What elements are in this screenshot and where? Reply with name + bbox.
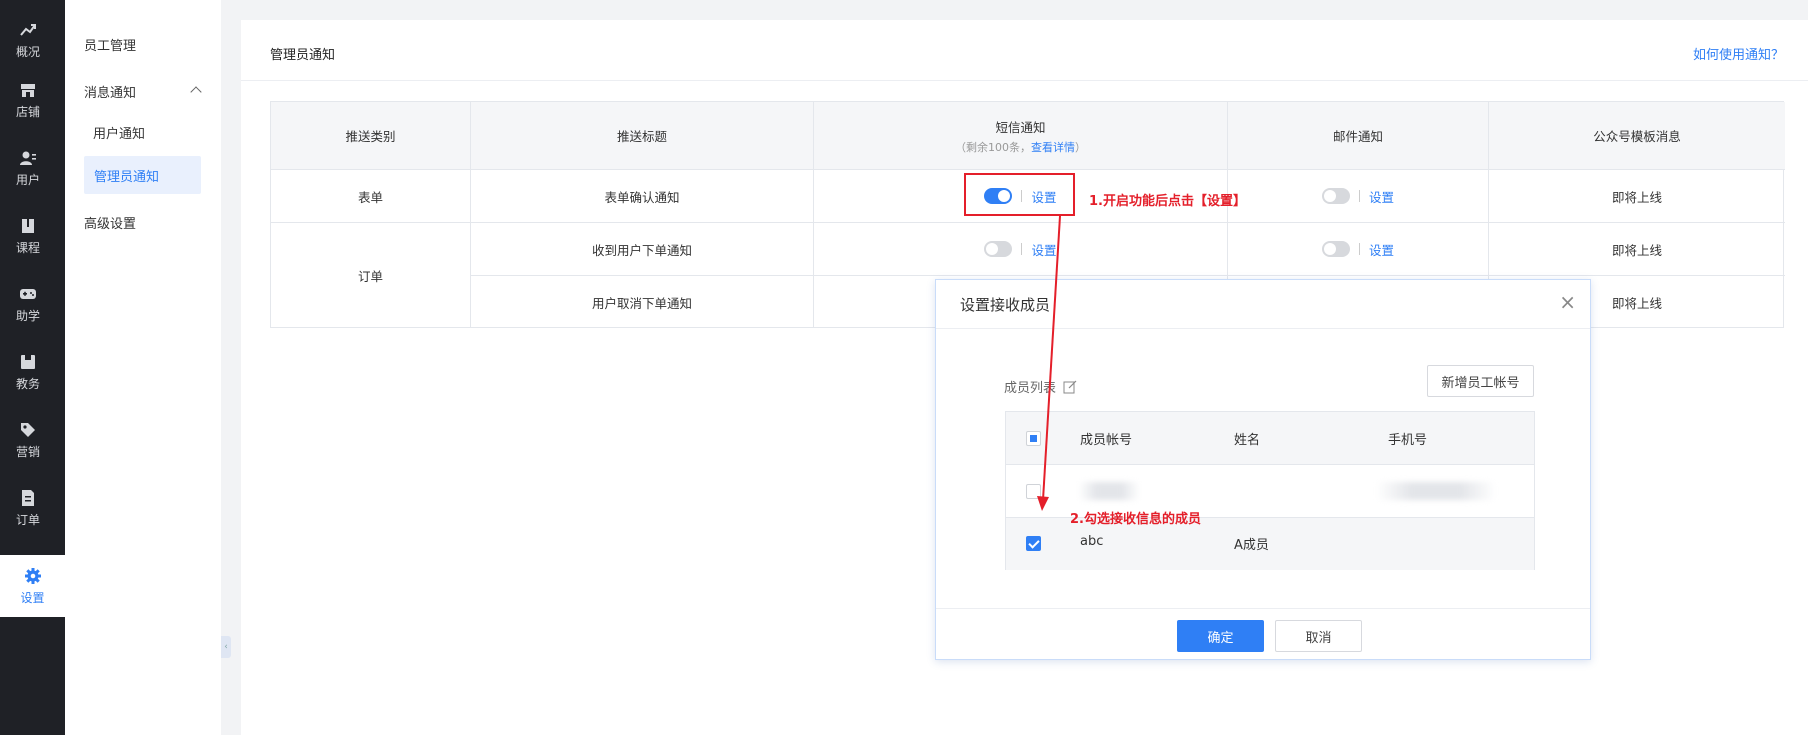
gamepad-icon — [20, 288, 36, 299]
menu-user-notice[interactable]: 用户通知 — [93, 123, 145, 142]
nav-item-orders[interactable]: 订单 — [0, 478, 56, 538]
divider — [1358, 190, 1360, 202]
col-phone: 手机号 — [1388, 433, 1428, 448]
row-title: 收到用户下单通知 — [471, 223, 814, 276]
header-title: 推送标题 — [471, 102, 814, 170]
annotation-highlight-box — [964, 173, 1075, 216]
row-title: 表单确认通知 — [471, 170, 814, 223]
email-toggle[interactable] — [1321, 241, 1350, 257]
header-wechat: 公众号模板消息 — [1489, 102, 1785, 170]
nav-item-study[interactable]: 助学 — [0, 274, 56, 334]
blurred-phone — [1376, 482, 1496, 500]
annotation-step2: 2.勾选接收信息的成员 — [1070, 512, 1201, 527]
col-account: 成员帐号 — [1080, 433, 1133, 448]
add-staff-button[interactable]: 新增员工帐号 — [1427, 365, 1534, 397]
divider — [936, 608, 1590, 609]
sms-toggle[interactable] — [984, 241, 1013, 257]
blurred-account — [1078, 482, 1140, 500]
secondary-menu: 员工管理 消息通知 用户通知 管理员通知 高级设置 — [65, 0, 221, 735]
header-type: 推送类别 — [271, 102, 471, 170]
row-checkbox[interactable] — [1026, 536, 1041, 551]
nav-label: 店铺 — [15, 104, 40, 119]
member-list-label: 成员列表 — [1004, 381, 1057, 396]
wechat-status: 即将上线 — [1489, 223, 1785, 276]
row-checkbox[interactable] — [1026, 484, 1041, 499]
category-form: 表单 — [271, 170, 471, 223]
cancel-button[interactable]: 取消 — [1275, 620, 1362, 652]
header-sms: 短信通知 （剩余100条，查看详情） — [814, 102, 1228, 170]
nav-label: 课程 — [15, 240, 40, 255]
chevron-up-icon[interactable] — [190, 86, 202, 98]
email-settings-link[interactable]: 设置 — [1369, 240, 1394, 259]
row-title: 用户取消下单通知 — [471, 276, 814, 328]
nav-item-users[interactable]: 用户 — [0, 138, 56, 198]
nav-label: 营销 — [15, 444, 40, 459]
modal-title: 设置接收成员 — [960, 296, 1051, 314]
confirm-button[interactable]: 确定 — [1177, 620, 1264, 652]
gear-icon — [24, 567, 41, 584]
close-icon[interactable]: × — [1559, 290, 1576, 314]
wechat-status: 即将上线 — [1489, 170, 1785, 223]
member-table-header: 成员帐号 姓名 手机号 — [1006, 412, 1534, 465]
nav-label: 用户 — [15, 172, 40, 187]
email-settings-link[interactable]: 设置 — [1369, 187, 1394, 206]
left-nav: 概况 店铺 用户 课程 助学 教务 营销 订单 设置 — [0, 0, 65, 735]
nav-label: 设置 — [20, 590, 45, 605]
nav-label: 教务 — [15, 376, 40, 391]
sms-remaining-text: （剩余100条， — [955, 140, 1031, 154]
nav-label: 助学 — [15, 308, 40, 323]
box-icon — [21, 354, 35, 369]
nav-item-store[interactable]: 店铺 — [0, 70, 56, 130]
nav-label: 概况 — [15, 44, 40, 59]
edit-icon[interactable] — [1063, 380, 1077, 394]
page-title: 管理员通知 — [270, 48, 336, 63]
header-email: 邮件通知 — [1228, 102, 1489, 170]
nav-item-settings[interactable]: 设置 — [0, 555, 65, 617]
collapse-sidebar-button[interactable]: ‹ — [221, 636, 231, 658]
member-list-title: 成员列表 — [1004, 377, 1077, 396]
member-account: abc — [1080, 534, 1104, 549]
sms-remaining-suffix: ） — [1075, 140, 1086, 154]
how-to-link[interactable]: 如何使用通知？ — [1693, 44, 1784, 63]
nav-item-marketing[interactable]: 营销 — [0, 410, 56, 470]
receiver-modal: 设置接收成员 × 成员列表 新增员工帐号 成员帐号 姓名 手机号 abc A成员… — [935, 279, 1591, 660]
email-control: 设置 — [1228, 223, 1489, 276]
menu-admin-notice-label: 管理员通知 — [94, 169, 160, 185]
email-toggle[interactable] — [1321, 188, 1350, 204]
menu-staff[interactable]: 员工管理 — [84, 35, 136, 54]
category-order: 订单 — [271, 223, 471, 328]
annotation-step1: 1.开启功能后点击【设置】 — [1089, 194, 1246, 209]
nav-item-overview[interactable]: 概况 — [0, 10, 56, 70]
header-sms-label: 短信通知 — [995, 119, 1046, 135]
chart-icon — [20, 23, 36, 36]
user-icon — [20, 151, 36, 165]
nav-label: 订单 — [15, 512, 40, 527]
book-icon — [22, 218, 34, 233]
divider — [1021, 243, 1023, 255]
email-control: 设置 — [1228, 170, 1489, 223]
divider — [1358, 243, 1360, 255]
menu-admin-notice[interactable]: 管理员通知 — [84, 156, 201, 194]
divider — [241, 80, 1808, 81]
sms-control: 设置 — [814, 223, 1228, 276]
col-name: 姓名 — [1234, 433, 1261, 448]
nav-item-academic[interactable]: 教务 — [0, 342, 56, 402]
member-name: A成员 — [1234, 538, 1269, 553]
divider — [936, 328, 1590, 329]
sms-settings-link[interactable]: 设置 — [1031, 240, 1056, 259]
sms-remaining: （剩余100条，查看详情） — [955, 139, 1086, 155]
member-table: 成员帐号 姓名 手机号 abc A成员 — [1005, 411, 1535, 570]
sms-detail-link[interactable]: 查看详情 — [1031, 141, 1075, 154]
menu-message[interactable]: 消息通知 — [84, 82, 136, 101]
chevron-left-icon: ‹ — [224, 642, 228, 652]
nav-item-course[interactable]: 课程 — [0, 206, 56, 266]
store-icon — [21, 83, 35, 97]
document-icon — [22, 489, 34, 506]
select-all-checkbox[interactable] — [1026, 431, 1041, 446]
menu-advanced[interactable]: 高级设置 — [84, 213, 136, 232]
tag-icon — [21, 422, 35, 437]
